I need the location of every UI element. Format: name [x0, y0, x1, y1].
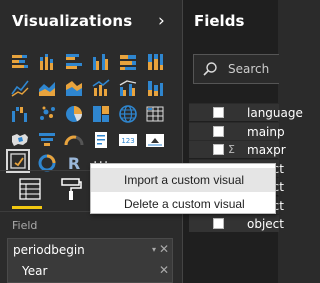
field-list-item[interactable]: mainp [189, 121, 285, 140]
funnel-icon[interactable] [36, 129, 58, 151]
100-stacked-bar-chart-icon[interactable] [117, 51, 139, 73]
field-name: maxpr [247, 143, 286, 157]
gauge-icon[interactable] [63, 129, 85, 151]
clustered-bar-chart-icon[interactable] [63, 51, 85, 73]
field-checkbox[interactable] [213, 107, 224, 118]
field-checkbox[interactable] [213, 144, 224, 155]
multi-row-card-icon[interactable] [90, 129, 112, 151]
ribbon-chart-icon[interactable] [144, 77, 166, 99]
card-icon-label: 123 [121, 137, 134, 145]
line-and-clustered-column-chart-icon[interactable] [117, 77, 139, 99]
field-name: mainp [247, 124, 285, 139]
close-icon[interactable]: ✕ [159, 242, 169, 256]
fields-pane: Fields Search languagemainpΣmaxprobjecto… [182, 0, 303, 283]
fields-tab-icon[interactable] [17, 176, 43, 202]
stacked-bar-chart-icon[interactable] [9, 51, 31, 73]
filled-map-icon[interactable] [9, 129, 31, 151]
field-list-item[interactable]: Σmaxpr [189, 140, 286, 158]
sigma-icon: Σ [228, 143, 235, 156]
field-well-subitem[interactable]: Year ✕ [8, 261, 174, 281]
100-stacked-column-chart-icon[interactable] [144, 51, 166, 73]
field-checkbox[interactable] [213, 125, 224, 137]
close-icon[interactable]: ✕ [159, 263, 169, 277]
donut-chart-icon[interactable] [90, 103, 112, 125]
context-menu: Import a custom visual Delete a custom v… [90, 163, 276, 214]
area-chart-icon[interactable] [36, 77, 58, 99]
visualizations-title: Visualizations [12, 12, 133, 30]
chevron-right-icon[interactable]: › [158, 11, 165, 31]
scatter-chart-icon[interactable] [36, 103, 58, 125]
pie-chart-icon[interactable] [63, 103, 85, 125]
clustered-column-chart-icon[interactable] [90, 51, 112, 73]
fields-title: Fields [194, 12, 245, 30]
field-section-label: Field [12, 219, 38, 232]
field-well-item-label: periodbegin [13, 243, 85, 257]
treemap-icon[interactable] [117, 103, 139, 125]
card-icon[interactable]: 123 [117, 129, 139, 151]
format-paint-roller-icon[interactable] [58, 176, 84, 202]
delete-custom-visual-menu-item[interactable]: Delete a custom visual [91, 192, 275, 216]
field-list-item[interactable]: object [189, 214, 284, 232]
slicer-icon[interactable] [6, 149, 30, 173]
stacked-area-chart-icon[interactable] [63, 77, 85, 99]
search-icon [203, 62, 217, 76]
line-and-column-chart-icon[interactable] [90, 77, 112, 99]
field-well[interactable]: periodbegin ▾ ✕ Year ✕ [7, 238, 173, 283]
search-placeholder: Search [228, 62, 270, 76]
visualizations-pane: Visualizations › 123 R ... Field periodb… [0, 0, 181, 283]
field-checkbox[interactable] [213, 218, 224, 229]
field-name: language [247, 106, 303, 120]
visualizations-header: Visualizations › [0, 0, 181, 45]
line-chart-icon[interactable] [9, 77, 31, 99]
menu-item-label: Delete a custom visual [124, 197, 245, 211]
search-input[interactable]: Search [193, 54, 279, 84]
stacked-column-chart-icon[interactable] [36, 51, 58, 73]
field-list-item[interactable]: language [189, 103, 303, 121]
menu-item-label: Import a custom visual [124, 173, 245, 187]
field-well-item[interactable]: periodbegin ▾ ✕ [8, 240, 174, 260]
map-icon[interactable] [144, 103, 166, 125]
field-well-subitem-label: Year [22, 264, 48, 278]
field-name: object [247, 217, 284, 231]
import-custom-visual-menu-item[interactable]: Import a custom visual [91, 168, 275, 192]
waterfall-chart-icon[interactable] [9, 103, 31, 125]
chevron-down-icon[interactable]: ▾ [152, 245, 156, 254]
active-tab-indicator [12, 206, 42, 209]
kpi-icon[interactable] [144, 129, 166, 151]
